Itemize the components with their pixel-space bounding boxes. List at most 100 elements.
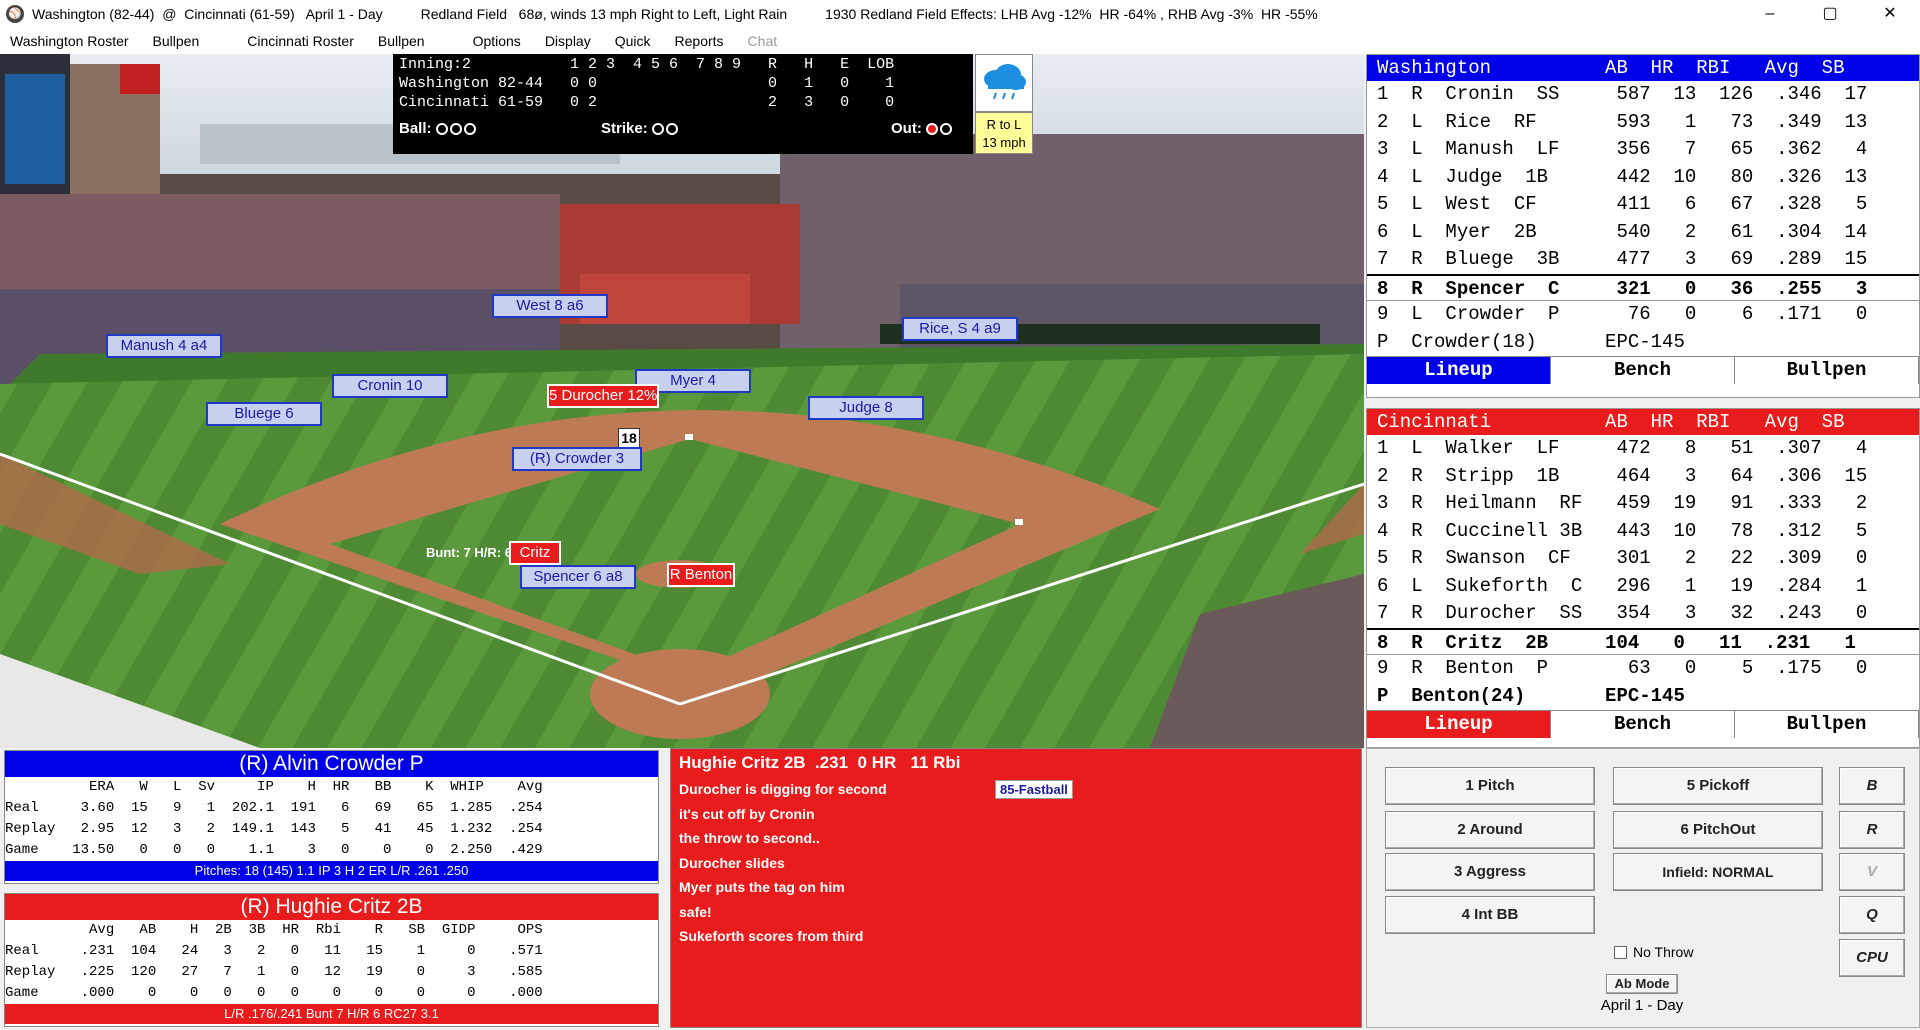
menu-cincinnati-roster[interactable]: Cincinnati Roster <box>247 33 354 49</box>
wind-direction: R to L <box>986 117 1022 132</box>
fielder-label-bluege[interactable]: Bluege 6 <box>206 402 322 426</box>
no-throw-checkbox[interactable] <box>1614 945 1627 959</box>
batter-stats-real: Real .231 104 24 3 2 0 11 15 1 0 .571 <box>5 943 543 959</box>
batter-label-critz[interactable]: Critz <box>509 541 561 565</box>
pitcher-stats-replay: Replay 2.95 12 3 2 149.1 143 5 41 45 1.2… <box>5 821 543 837</box>
batter-stats-replay: Replay .225 120 27 7 1 0 12 19 0 3 .585 <box>5 964 543 980</box>
weather-info: Redland Field 68ø, winds 13 mph Right to… <box>420 6 788 22</box>
current-batter-line: Hughie Critz 2B .231 0 HR 11 Rbi <box>679 753 961 772</box>
fielder-label-west[interactable]: West 8 a6 <box>492 294 608 318</box>
close-button[interactable]: ✕ <box>1860 0 1920 28</box>
lineup-row[interactable]: 5 L West CF 411 6 67 .328 5 <box>1367 191 1919 219</box>
lineup-row-pitcher[interactable]: P Crowder(18) EPC-145 <box>1367 329 1919 357</box>
lineup-row[interactable]: 7 R Durocher SS 354 3 32 .243 0 <box>1367 600 1919 628</box>
lineup-row[interactable]: 7 R Bluege 3B 477 3 69 .289 15 <box>1367 246 1919 274</box>
lineup-row[interactable]: 3 R Heilmann RF 459 19 91 .333 2 <box>1367 490 1919 518</box>
ball-dot <box>463 122 476 135</box>
on-deck-label-benton[interactable]: R Benton <box>667 563 735 587</box>
strike-dot <box>665 122 678 135</box>
intentional-walk-button[interactable]: 4 Int BB <box>1385 896 1595 934</box>
game-matchup: Washington (82-44) @ Cincinnati (61-59) … <box>32 6 383 22</box>
ball-indicators <box>435 122 476 135</box>
tab-cincinnati-lineup[interactable]: Lineup <box>1367 711 1551 738</box>
fielder-label-manush[interactable]: Manush 4 a4 <box>106 334 222 358</box>
lineup-row-current[interactable]: 8 R Critz 2B 104 0 11 .231 1 <box>1367 627 1919 655</box>
rain-cloud-icon <box>984 64 1026 100</box>
aggressive-button[interactable]: 3 Aggress <box>1385 853 1595 891</box>
tab-washington-bench[interactable]: Bench <box>1551 357 1735 384</box>
lineup-row[interactable]: 5 R Swanson CF 301 2 22 .309 0 <box>1367 545 1919 573</box>
tab-washington-bullpen[interactable]: Bullpen <box>1735 357 1919 384</box>
lineup-row[interactable]: 2 L Rice RF 593 1 73 .349 13 <box>1367 109 1919 137</box>
catcher-label-spencer[interactable]: Spencer 6 a8 <box>520 565 636 589</box>
lineup-row[interactable]: 1 R Cronin SS 587 13 126 .346 17 <box>1367 81 1919 109</box>
tab-washington-lineup[interactable]: Lineup <box>1367 357 1551 384</box>
lineup-row[interactable]: 4 R Cuccinell 3B 443 10 78 .312 5 <box>1367 518 1919 546</box>
lineup-row[interactable]: 9 L Crowder P 76 0 6 .171 0 <box>1367 301 1919 329</box>
quick-button[interactable]: Q <box>1839 896 1905 934</box>
weather-panel <box>975 54 1033 112</box>
lineup-row-pitcher[interactable]: P Benton(24) EPC-145 <box>1367 683 1919 711</box>
menu-washington-roster[interactable]: Washington Roster <box>10 33 129 49</box>
tab-cincinnati-bullpen[interactable]: Bullpen <box>1735 711 1919 738</box>
menu-washington-bullpen[interactable]: Bullpen <box>153 33 200 49</box>
run-button[interactable]: R <box>1839 811 1905 849</box>
fielder-label-judge[interactable]: Judge 8 <box>808 396 924 420</box>
cpu-button[interactable]: CPU <box>1839 939 1905 977</box>
infield-setting-button[interactable]: Infield: NORMAL <box>1613 853 1823 891</box>
lineup-row[interactable]: 2 R Stripp 1B 464 3 64 .306 15 <box>1367 463 1919 491</box>
lineup-row[interactable]: 3 L Manush LF 356 7 65 .362 4 <box>1367 136 1919 164</box>
title-bar: ⚾ Washington (82-44) @ Cincinnati (61-59… <box>0 0 1920 28</box>
lineup-row-current[interactable]: 8 R Spencer C 321 0 36 .255 3 <box>1367 273 1919 301</box>
fielder-label-rice[interactable]: Rice, S 4 a9 <box>902 317 1018 341</box>
pitchout-button[interactable]: 6 PitchOut <box>1613 811 1823 849</box>
runner-label-durocher[interactable]: 5 Durocher 12% <box>547 384 659 408</box>
ball-count: Ball: <box>399 120 476 137</box>
pitcher-label-crowder[interactable]: (R) Crowder 3 <box>512 447 642 471</box>
pickoff-button[interactable]: 5 Pickoff <box>1613 767 1823 805</box>
lineup-row[interactable]: 9 R Benton P 63 0 5 .175 0 <box>1367 655 1919 683</box>
pitch-around-button[interactable]: 2 Around <box>1385 811 1595 849</box>
tab-cincinnati-bench[interactable]: Bench <box>1551 711 1735 738</box>
maximize-button[interactable]: ▢ <box>1800 0 1860 28</box>
ab-mode-button[interactable]: Ab Mode <box>1606 974 1678 994</box>
play-by-play-panel: Hughie Critz 2B .231 0 HR 11 Rbi 85-Fast… <box>670 748 1362 1028</box>
bunt-button[interactable]: B <box>1839 767 1905 805</box>
ball-dot <box>449 122 462 135</box>
manager-controls-panel: 1 Pitch 2 Around 3 Aggress 4 Int BB 5 Pi… <box>1366 748 1920 1028</box>
strike-dot <box>651 122 664 135</box>
menu-cincinnati-bullpen[interactable]: Bullpen <box>378 33 425 49</box>
pitcher-stats-real: Real 3.60 15 9 1 202.1 191 6 69 65 1.285… <box>5 800 543 816</box>
play-event: it's cut off by Cronin <box>679 805 815 822</box>
menu-reports[interactable]: Reports <box>675 33 724 49</box>
wind-panel: R to L 13 mph <box>975 112 1033 154</box>
play-event: safe! <box>679 903 712 920</box>
washington-lineup-panel: Washington AB HR RBI Avg SB 1 R Cronin S… <box>1366 54 1920 398</box>
pitcher-stats-game: Game 13.50 0 0 0 1.1 3 0 0 0 2.250 .429 <box>5 842 543 858</box>
cincinnati-roster-list: 1 L Walker LF 472 8 51 .307 4 2 R Stripp… <box>1367 435 1919 710</box>
app-icon: ⚾ <box>6 5 24 23</box>
wind-speed: 13 mph <box>982 135 1026 150</box>
minimize-button[interactable]: – <box>1740 0 1800 28</box>
no-throw-option[interactable]: No Throw <box>1614 944 1693 960</box>
menu-options[interactable]: Options <box>473 33 521 49</box>
lineup-row[interactable]: 1 L Walker LF 472 8 51 .307 4 <box>1367 435 1919 463</box>
lineup-row[interactable]: 6 L Myer 2B 540 2 61 .304 14 <box>1367 219 1919 247</box>
menu-quick[interactable]: Quick <box>615 33 651 49</box>
ball-dot <box>435 122 448 135</box>
menu-display[interactable]: Display <box>545 33 591 49</box>
pitch-count-badge: 18 <box>618 428 640 448</box>
v-button[interactable]: V <box>1839 853 1905 891</box>
cincinnati-header: Cincinnati AB HR RBI Avg SB <box>1367 409 1919 435</box>
game-date-label: April 1 - Day <box>1600 997 1684 1014</box>
menu-chat[interactable]: Chat <box>748 33 778 49</box>
ball-label: Ball: <box>399 120 432 137</box>
play-event: Durocher slides <box>679 854 785 871</box>
play-event: Sukeforth scores from third <box>679 928 864 944</box>
cincinnati-tabs: Lineup Bench Bullpen <box>1367 710 1919 738</box>
batter-stats-panel: (R) Hughie Critz 2B Avg AB H 2B 3B HR Rb… <box>4 893 659 1027</box>
pitch-button[interactable]: 1 Pitch <box>1385 767 1595 805</box>
lineup-row[interactable]: 4 L Judge 1B 442 10 80 .326 13 <box>1367 164 1919 192</box>
lineup-row[interactable]: 6 L Sukeforth C 296 1 19 .284 1 <box>1367 573 1919 601</box>
fielder-label-cronin[interactable]: Cronin 10 <box>332 374 448 398</box>
